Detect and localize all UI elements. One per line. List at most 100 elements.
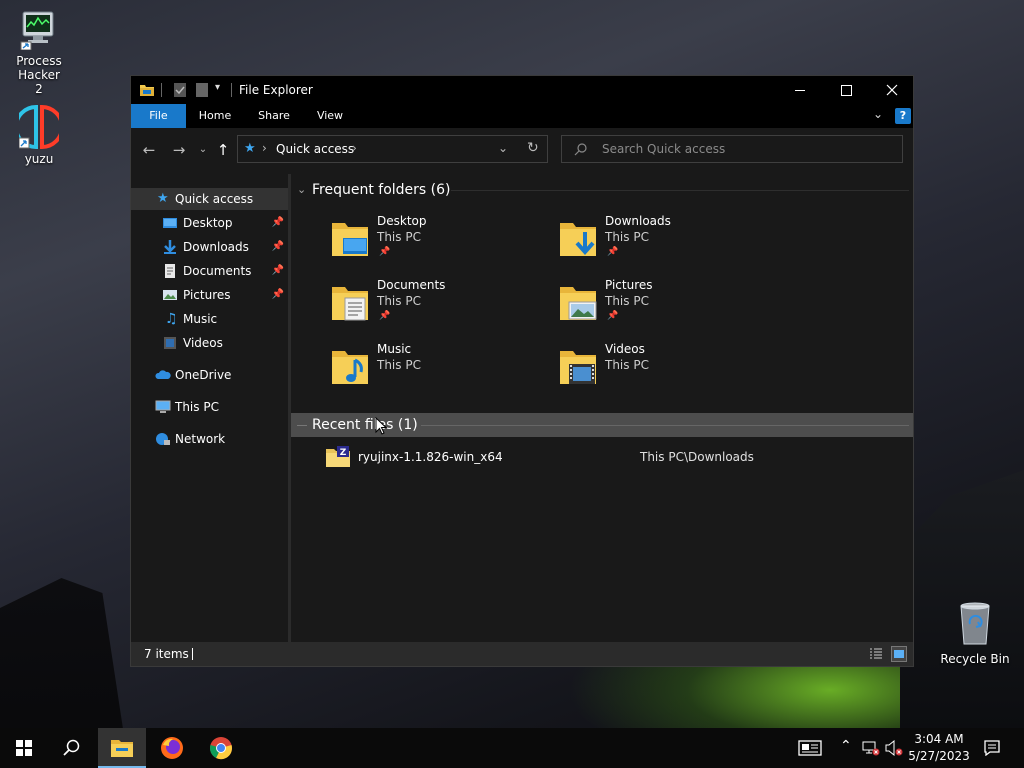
document-icon <box>165 264 175 278</box>
minimize-button[interactable] <box>777 76 823 104</box>
sidebar-item-network[interactable]: Network <box>131 428 288 450</box>
address-bar[interactable]: ★ › Quick access › ⌄ ↻ <box>237 135 548 163</box>
large-icons-view-icon[interactable] <box>891 646 907 662</box>
navigation-bar: ← → ⌄ ↑ ★ › Quick access › ⌄ ↻ Search Qu… <box>131 128 913 170</box>
close-button[interactable] <box>869 76 915 104</box>
back-arrow-icon: ← <box>142 141 156 159</box>
folder-tile-videos[interactable]: Videos This PC <box>559 342 779 398</box>
desktop-icon-recycle-bin[interactable]: Recycle Bin <box>940 602 1010 666</box>
zip-archive-icon: Z <box>326 446 350 467</box>
group-header-label: Recent files (1) <box>312 417 418 433</box>
sidebar-item-quick-access[interactable]: ★ Quick access <box>131 188 288 210</box>
tile-name: Pictures <box>605 278 653 292</box>
up-arrow-icon: ↑ <box>216 141 230 159</box>
sidebar-item-pictures[interactable]: Pictures 📌 <box>131 284 288 306</box>
desktop-icon-label: Recycle Bin <box>940 652 1010 666</box>
address-history-dropdown-icon[interactable]: ⌄ <box>498 141 508 155</box>
expand-ribbon-chevron-icon[interactable]: ⌄ <box>873 107 883 121</box>
taskbar-file-explorer[interactable] <box>98 728 146 768</box>
group-header-line <box>451 190 909 191</box>
customize-toolbar-dropdown-icon[interactable]: ▾ <box>215 82 220 93</box>
window-title: File Explorer <box>239 83 313 97</box>
properties-icon[interactable] <box>173 82 187 101</box>
mouse-cursor-icon <box>375 417 387 435</box>
recent-locations-button[interactable]: ⌄ <box>193 140 213 160</box>
up-button[interactable]: ↑ <box>213 140 233 160</box>
recycle-bin-icon <box>955 602 995 645</box>
sidebar-item-label: Documents <box>183 264 252 278</box>
downloads-folder-icon <box>560 223 596 256</box>
yuzu-icon <box>14 104 64 150</box>
sidebar-item-documents[interactable]: Documents 📌 <box>131 260 288 282</box>
breadcrumb-quick-access[interactable]: Quick access <box>276 142 354 156</box>
action-center-icon[interactable] <box>984 740 1000 759</box>
download-arrow-icon <box>164 240 176 254</box>
music-folder-icon <box>332 351 368 384</box>
sidebar-item-downloads[interactable]: Downloads 📌 <box>131 236 288 258</box>
desktop-icon-process-hacker[interactable]: Process Hacker 2 <box>4 10 74 96</box>
tile-name: Music <box>377 342 412 356</box>
help-icon[interactable]: ? <box>895 108 911 124</box>
pin-icon: 📌 <box>271 289 284 300</box>
forward-button[interactable]: → <box>169 140 189 160</box>
quick-access-star-icon: ★ <box>244 141 256 156</box>
music-note-icon: ♫ <box>165 311 178 327</box>
svg-text:Z: Z <box>340 448 347 458</box>
windows-logo-icon <box>16 740 32 756</box>
sidebar-item-desktop[interactable]: Desktop 📌 <box>131 212 288 234</box>
search-icon <box>63 739 80 756</box>
folder-tile-desktop[interactable]: Desktop This PC 📌 <box>331 214 551 270</box>
star-icon: ★ <box>157 191 169 206</box>
start-button[interactable] <box>0 728 48 768</box>
tile-name: Downloads <box>605 214 671 228</box>
frequent-folders-header[interactable]: ⌄ Frequent folders (6) <box>291 178 913 202</box>
chevron-down-icon: ⌄ <box>198 144 208 155</box>
recent-file-name: ryujinx-1.1.826-win_x64 <box>358 450 503 464</box>
show-hidden-icons-chevron-icon[interactable]: ⌃ <box>840 738 852 754</box>
back-button[interactable]: ← <box>139 140 159 160</box>
tab-view[interactable]: View <box>309 104 351 128</box>
pin-icon: 📌 <box>271 217 284 228</box>
tab-file[interactable]: File <box>131 104 186 128</box>
folder-tile-downloads[interactable]: Downloads This PC 📌 <box>559 214 779 270</box>
sidebar-item-music[interactable]: ♫ Music <box>131 308 288 330</box>
tile-location: This PC <box>377 294 421 308</box>
search-button[interactable] <box>48 728 96 768</box>
taskbar-chrome[interactable] <box>197 728 245 768</box>
folder-tile-music[interactable]: Music This PC <box>331 342 551 398</box>
search-icon <box>574 143 587 156</box>
clock[interactable]: 3:04 AM 5/27/2023 <box>906 728 972 768</box>
pin-icon: 📌 <box>607 311 619 321</box>
recent-file-row[interactable]: Z ryujinx-1.1.826-win_x64 This PC\Downlo… <box>321 446 901 468</box>
sidebar-item-label: Downloads <box>183 240 249 254</box>
file-explorer-icon <box>111 740 133 757</box>
desktop-icon-yuzu[interactable]: yuzu <box>4 104 74 166</box>
title-bar[interactable]: ▾ File Explorer <box>131 76 913 104</box>
breadcrumb-chevron-icon[interactable]: › <box>352 141 357 155</box>
forward-arrow-icon: → <box>172 141 186 159</box>
folder-app-icon <box>139 82 155 101</box>
process-hacker-icon <box>19 10 59 51</box>
news-widget-icon[interactable] <box>798 740 822 759</box>
details-view-icon[interactable] <box>869 647 883 664</box>
maximize-button[interactable] <box>823 76 869 104</box>
sidebar-item-this-pc[interactable]: This PC <box>131 396 288 418</box>
taskbar: ⌃ 3:04 AM 5/27/2023 <box>0 728 1024 768</box>
volume-muted-icon[interactable] <box>884 739 904 759</box>
folder-tile-pictures[interactable]: Pictures This PC 📌 <box>559 278 779 334</box>
sidebar-item-onedrive[interactable]: OneDrive <box>131 364 288 386</box>
search-box[interactable]: Search Quick access <box>561 135 903 163</box>
pin-icon: 📌 <box>271 265 284 276</box>
refresh-icon[interactable]: ↻ <box>527 140 539 156</box>
minimize-icon <box>795 89 805 91</box>
content-area: ⌄ Frequent folders (6) Desktop This PC 📌… <box>291 174 913 642</box>
new-folder-icon[interactable] <box>195 82 209 101</box>
taskbar-firefox[interactable] <box>148 728 196 768</box>
tab-home[interactable]: Home <box>193 104 237 128</box>
network-status-icon[interactable] <box>862 740 880 759</box>
tab-share[interactable]: Share <box>251 104 297 128</box>
sidebar-item-videos[interactable]: Videos <box>131 332 288 354</box>
navigation-pane: ★ Quick access Desktop 📌 Downloads 📌 Doc… <box>131 174 288 642</box>
item-count: 7 items <box>144 647 189 661</box>
folder-tile-documents[interactable]: Documents This PC 📌 <box>331 278 551 334</box>
